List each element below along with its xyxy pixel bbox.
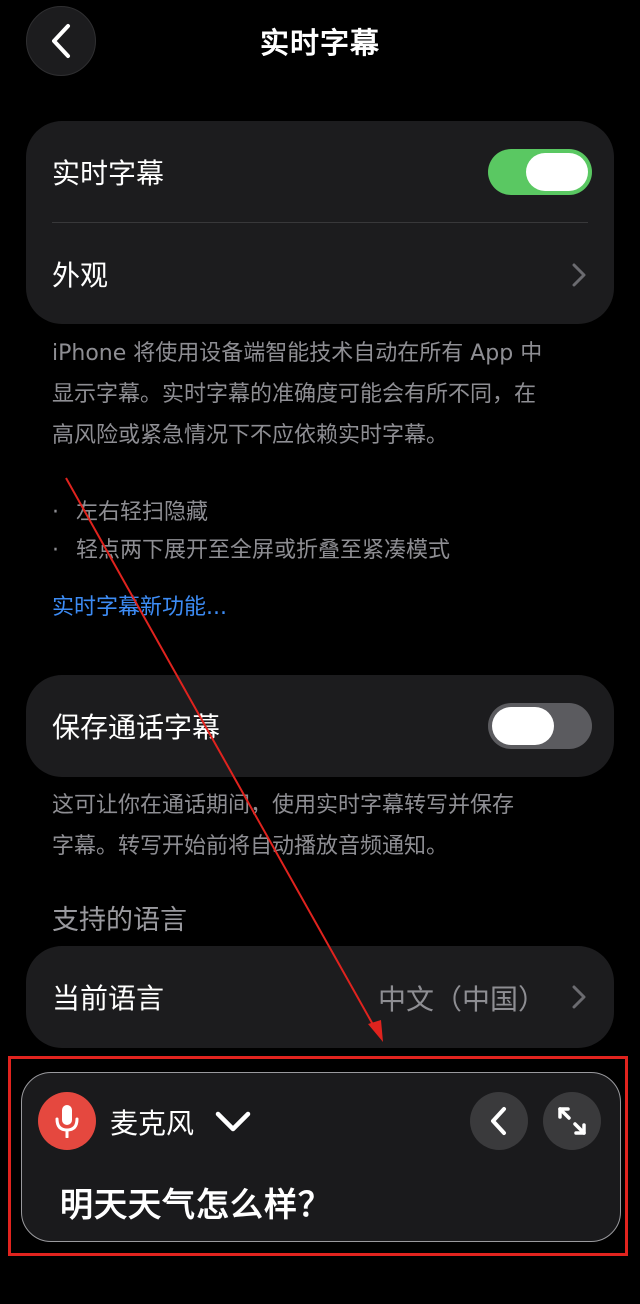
- live-captions-card: 实时字幕 外观: [26, 121, 614, 324]
- call-captions-description: 这可让你在通话期间，使用实时字幕转写并保存 字幕。转写开始前将自动播放音频通知。: [52, 785, 612, 867]
- description-line: 显示字幕。实时字幕的准确度可能会有所不同，在: [52, 382, 537, 407]
- bullet-text: 轻点两下展开至全屏或折叠至紧凑模式: [76, 538, 451, 563]
- whats-new-link[interactable]: 实时字幕新功能...: [52, 589, 227, 621]
- appearance-row[interactable]: 外观: [26, 223, 614, 324]
- bullet-dot: ·: [52, 538, 59, 563]
- description-line: iPhone 将使用设备端智能技术自动在所有 App 中: [52, 341, 543, 366]
- current-language-label: 当前语言: [52, 982, 165, 1015]
- call-captions-toggle[interactable]: [488, 703, 592, 749]
- page-title: 实时字幕: [259, 26, 380, 60]
- live-captions-label: 实时字幕: [52, 157, 165, 190]
- live-captions-toggle[interactable]: [488, 149, 592, 195]
- description-line: 字幕。转写开始前将自动播放音频通知。: [52, 834, 449, 859]
- live-captions-description: iPhone 将使用设备端智能技术自动在所有 App 中 显示字幕。实时字幕的准…: [52, 333, 612, 456]
- appearance-label: 外观: [52, 258, 109, 292]
- current-language-row[interactable]: 当前语言 中文（中国）: [26, 946, 614, 1048]
- bullet-dot: ·: [52, 500, 59, 525]
- list-item: · 左右轻扫隐藏: [52, 494, 612, 532]
- call-captions-label: 保存通话字幕: [52, 711, 221, 744]
- toggle-knob: [526, 153, 588, 191]
- call-captions-card: 保存通话字幕: [26, 675, 614, 777]
- chevron-right-icon: [572, 985, 586, 1009]
- current-language-value: 中文（中国）: [377, 983, 546, 1016]
- tips-list: · 左右轻扫隐藏 · 轻点两下展开至全屏或折叠至紧凑模式: [52, 494, 612, 570]
- annotation-highlight-box: [8, 1056, 628, 1256]
- description-line: 这可让你在通话期间，使用实时字幕转写并保存: [52, 793, 515, 818]
- description-line: 高风险或紧急情况下不应依赖实时字幕。: [52, 423, 449, 448]
- bullet-text: 左右轻扫隐藏: [76, 500, 209, 525]
- chevron-right-icon: [572, 263, 586, 287]
- toggle-knob: [492, 707, 554, 745]
- section-header-languages: 支持的语言: [52, 905, 187, 936]
- list-item: · 轻点两下展开至全屏或折叠至紧凑模式: [52, 532, 612, 570]
